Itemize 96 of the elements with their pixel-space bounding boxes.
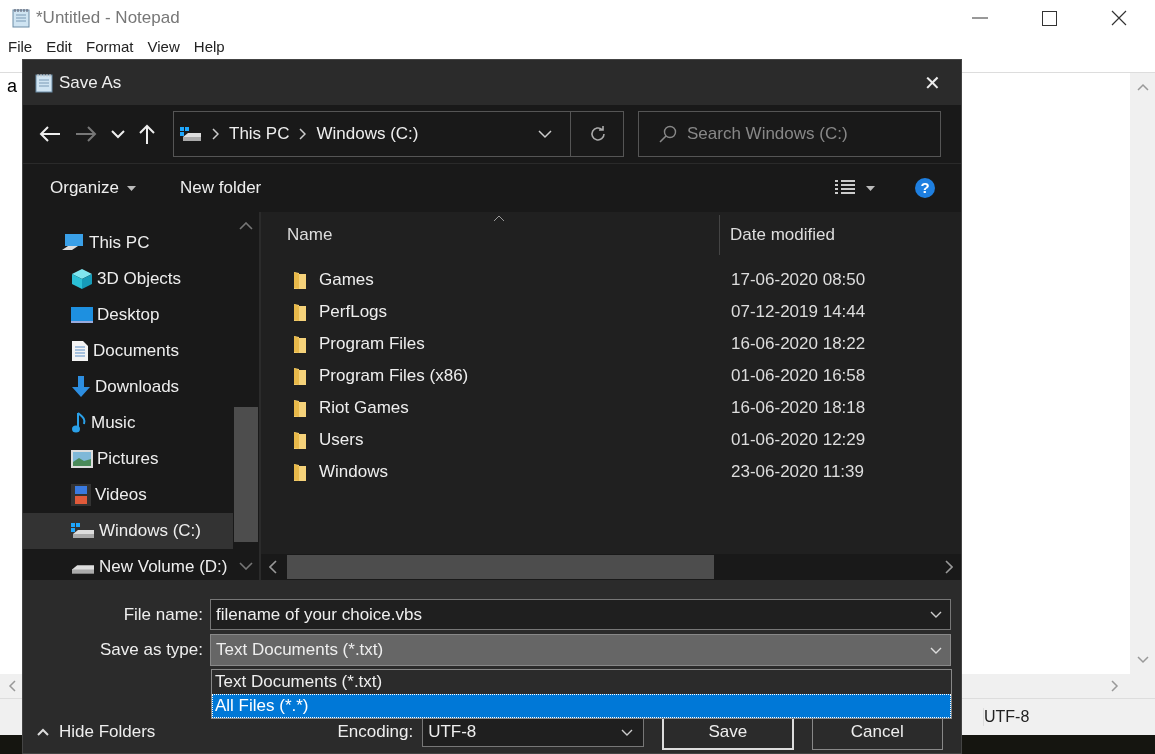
folder-icon	[293, 366, 307, 386]
drive-icon	[72, 564, 94, 574]
sidebar-item[interactable]: Documents	[23, 333, 233, 369]
notepad-icon	[12, 8, 30, 28]
close-button[interactable]: ✕	[907, 70, 957, 95]
drive-icon	[180, 127, 202, 141]
folder-icon	[293, 462, 307, 482]
organize-button[interactable]: Organize	[50, 178, 119, 198]
chevron-icon	[299, 128, 307, 140]
forward-icon[interactable]	[75, 125, 97, 143]
download-icon	[71, 376, 91, 398]
cube-icon	[71, 268, 93, 290]
file-name-cell[interactable]: Users	[319, 430, 731, 450]
date-cell: 17-06-2020 08:50	[731, 270, 866, 290]
menu-item[interactable]: Help	[193, 38, 225, 55]
sidebar-item[interactable]: Desktop	[23, 297, 233, 333]
sidebar-item[interactable]: 3D Objects	[23, 261, 233, 297]
file-name-cell[interactable]: Program Files	[319, 334, 731, 354]
caret-icon[interactable]	[866, 185, 875, 191]
dropdown-option[interactable]: Text Documents (*.txt)	[212, 670, 951, 694]
caret-up-icon	[37, 728, 49, 736]
back-icon[interactable]	[39, 125, 61, 143]
encoding-dropdown[interactable]: UTF-8	[422, 717, 645, 747]
up-icon[interactable]	[139, 124, 155, 144]
notepad-icon	[35, 72, 53, 93]
menu-item[interactable]: Format	[86, 38, 134, 55]
document-text: a	[7, 76, 17, 96]
date-cell: 23-06-2020 11:39	[731, 462, 864, 482]
save-type-label: Save as type:	[99, 640, 203, 660]
dialog-title: Save As	[59, 72, 122, 93]
hide-folders-button[interactable]: Hide Folders	[23, 722, 321, 742]
sidebar-item[interactable]: New Volume (D:)	[23, 549, 233, 585]
film-icon	[71, 484, 91, 506]
file-name-cell[interactable]: Program Files (x86)	[319, 366, 731, 386]
scroll-thumb[interactable]	[287, 555, 714, 579]
folder-icon	[293, 398, 307, 418]
sort-caret-icon	[493, 215, 505, 221]
folder-icon	[293, 270, 307, 290]
drive-icon	[71, 523, 95, 539]
address-bar[interactable]: This PC Windows (C:)	[173, 111, 624, 157]
horizontal-scrollbar[interactable]	[261, 554, 961, 580]
sidebar-item[interactable]: Videos	[23, 477, 233, 513]
breadcrumb-item[interactable]: This PC	[229, 124, 290, 144]
file-name-cell[interactable]: Riot Games	[319, 398, 731, 418]
folder-icon	[293, 334, 307, 354]
column-header[interactable]: Name	[261, 214, 720, 255]
menu-item[interactable]: View	[147, 38, 180, 55]
date-cell: 16-06-2020 18:18	[731, 398, 866, 418]
caret-icon[interactable]	[127, 185, 136, 191]
refresh-icon[interactable]	[589, 125, 607, 143]
document-icon	[71, 340, 89, 362]
sidebar-item[interactable]: Downloads	[23, 369, 233, 405]
file-name-cell[interactable]: Windows	[319, 462, 731, 482]
scroll-up-icon[interactable]	[239, 222, 253, 230]
folder-icon	[293, 430, 307, 450]
save-type-dropdown[interactable]: Text Documents (*.txt)	[210, 634, 951, 666]
scroll-left-icon[interactable]	[269, 560, 277, 574]
dropdown-option[interactable]: All Files (*.*)	[212, 694, 951, 718]
new-folder-button[interactable]: New folder	[180, 178, 262, 198]
encoding-status: UTF-8	[983, 708, 1030, 726]
help-button[interactable]: ?	[915, 178, 935, 198]
file-name-field[interactable]: filename of your choice.vbs	[210, 599, 951, 630]
chevron-icon	[212, 128, 219, 140]
sidebar-item[interactable]: Windows (C:)	[23, 513, 233, 549]
search-field[interactable]: Search Windows (C:)	[638, 111, 941, 157]
maximize-icon[interactable]	[1042, 10, 1057, 26]
music-note-icon	[71, 412, 87, 434]
date-cell: 01-06-2020 16:58	[731, 366, 866, 386]
date-cell: 01-06-2020 12:29	[731, 430, 866, 450]
close-icon[interactable]	[1111, 10, 1127, 26]
caret-icon[interactable]	[538, 129, 552, 139]
encoding-label: Encoding:	[336, 722, 414, 742]
breadcrumb-item[interactable]: Windows (C:)	[316, 124, 419, 144]
caret-icon[interactable]	[930, 611, 942, 618]
caret-icon[interactable]	[621, 728, 634, 736]
desktop-icon	[71, 306, 93, 324]
computer-icon	[61, 233, 85, 253]
search-icon	[659, 125, 677, 143]
window-title: *Untitled - Notepad	[36, 8, 180, 28]
scroll-thumb[interactable]	[234, 407, 258, 542]
scroll-right-icon[interactable]	[945, 560, 953, 574]
folder-icon	[293, 302, 307, 322]
sidebar-item[interactable]: This PC	[23, 225, 233, 261]
file-name-label: File name:	[122, 604, 203, 625]
file-name-cell[interactable]: PerfLogs	[319, 302, 731, 322]
sidebar-item[interactable]: Pictures	[23, 441, 233, 477]
date-cell: 16-06-2020 18:22	[731, 334, 866, 354]
menu-item[interactable]: Edit	[46, 38, 73, 55]
column-header[interactable]: Date modified	[720, 224, 835, 245]
file-name-cell[interactable]: Games	[319, 270, 731, 290]
scroll-down-icon[interactable]	[239, 562, 253, 570]
pictures-icon	[71, 450, 93, 468]
sidebar-item[interactable]: Music	[23, 405, 233, 441]
view-list-icon[interactable]	[834, 179, 856, 197]
date-cell: 07-12-2019 14:44	[731, 302, 866, 322]
menu-item[interactable]: File	[8, 38, 33, 55]
